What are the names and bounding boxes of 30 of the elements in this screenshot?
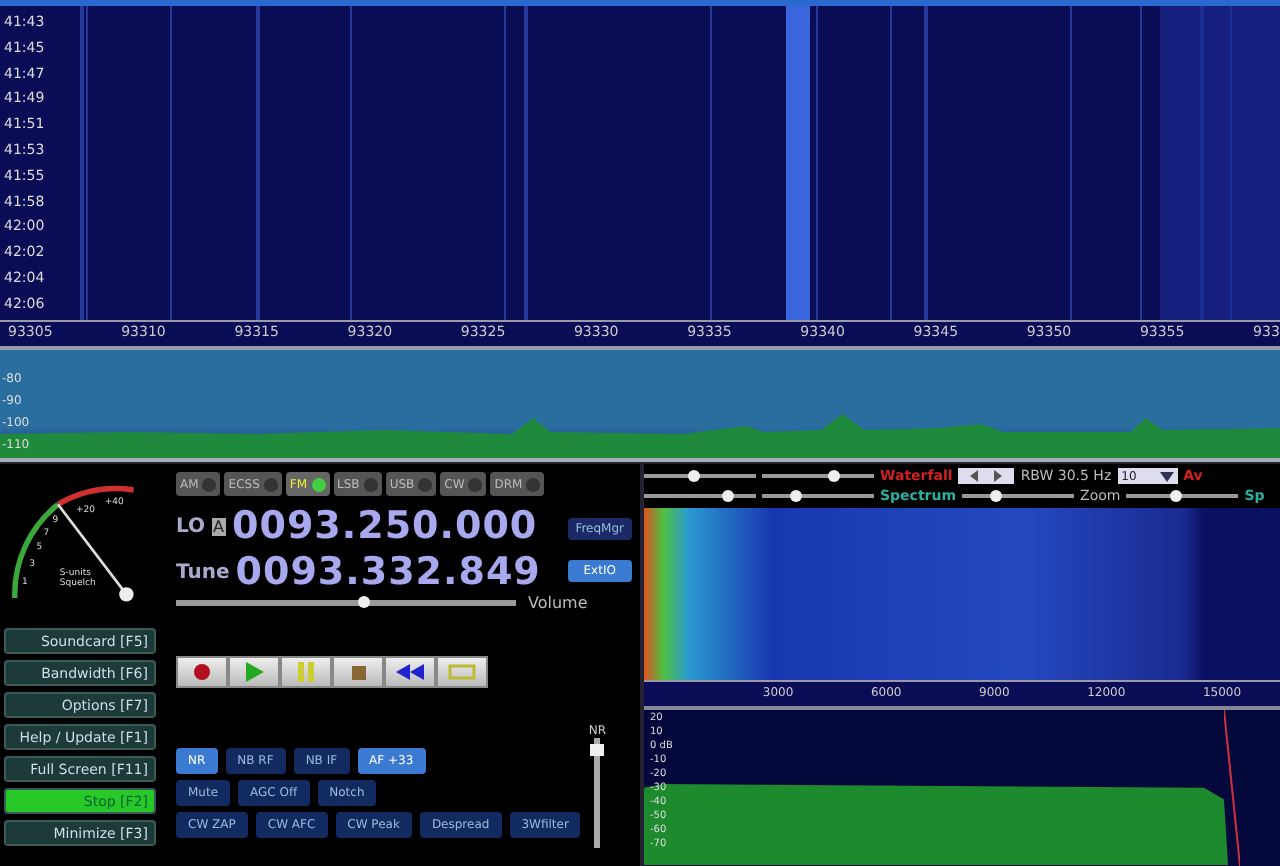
stop-icon — [351, 665, 365, 679]
rewind-button[interactable] — [384, 656, 436, 688]
stop-button[interactable] — [332, 656, 384, 688]
arrows-icon — [970, 470, 1003, 482]
tune-frequency[interactable]: 0093.332.849 — [235, 550, 541, 594]
loop-icon — [448, 664, 476, 680]
volume-label: Volume — [528, 594, 588, 612]
play-icon — [244, 662, 264, 682]
rewind-icon — [396, 664, 424, 680]
lo-label: LO — [176, 515, 206, 537]
slider-thumb[interactable] — [989, 490, 1002, 502]
record-button[interactable] — [176, 656, 228, 688]
volume-slider[interactable] — [176, 600, 516, 606]
record-icon — [192, 662, 212, 682]
slider-thumb[interactable] — [688, 470, 701, 482]
dropdown-arrow-icon — [1159, 471, 1174, 481]
slider-thumb[interactable] — [1170, 490, 1183, 502]
bank-label: A — [211, 517, 227, 535]
pause-button[interactable] — [280, 656, 332, 688]
tune-label: Tune — [176, 561, 230, 583]
lo-frequency[interactable]: 0093.250.000 — [232, 504, 538, 548]
slider-thumb[interactable] — [357, 596, 369, 608]
nr-slider[interactable] — [594, 738, 601, 848]
play-button[interactable] — [228, 656, 280, 688]
stepper-control[interactable] — [958, 468, 1015, 484]
slider-thumb[interactable] — [722, 490, 734, 502]
slider-thumb[interactable] — [590, 743, 605, 755]
pause-icon — [298, 662, 314, 682]
slider-thumb[interactable] — [828, 470, 841, 482]
slider-thumb[interactable] — [789, 490, 802, 502]
